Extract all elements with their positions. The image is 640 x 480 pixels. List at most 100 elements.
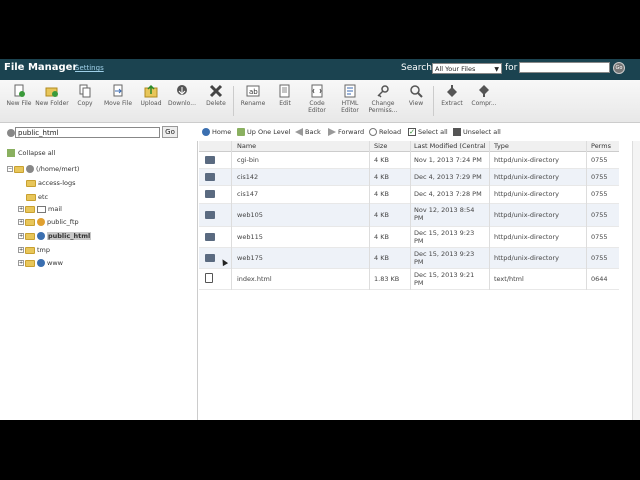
- unselect-all-button[interactable]: Unselect all: [453, 128, 501, 136]
- tree-item-label: tmp: [37, 246, 51, 254]
- ftp-icon: [37, 218, 45, 226]
- extract-button[interactable]: Extract: [435, 84, 469, 107]
- compress-icon: [479, 85, 489, 97]
- rename-label: Rename: [240, 100, 266, 107]
- search-label: Search: [401, 63, 432, 73]
- file-modified: Dec 4, 2013 7:28 PM: [414, 190, 482, 198]
- file-name: cis147: [237, 190, 259, 198]
- file-type: httpd/unix-directory: [494, 211, 559, 219]
- folder-icon: [25, 205, 35, 213]
- download-button[interactable]: Downlo...: [165, 84, 199, 107]
- folder-icon: [25, 259, 35, 267]
- copy-label: Copy: [77, 100, 93, 107]
- column-header-perms[interactable]: Perms: [591, 142, 616, 150]
- extract-label: Extract: [441, 100, 463, 107]
- copy-button[interactable]: Copy: [68, 84, 102, 107]
- html-editor-button[interactable]: HTML Editor: [333, 84, 367, 114]
- move-file-icon: [113, 84, 123, 97]
- folder-icon: [205, 233, 215, 241]
- settings-link[interactable]: Settings: [75, 64, 104, 72]
- expand-toggle-icon: +: [18, 219, 24, 225]
- compress-button[interactable]: Compr...: [467, 84, 501, 107]
- collapse-icon: [7, 149, 15, 157]
- file-size: 4 KB: [374, 156, 389, 164]
- globe-icon: [37, 232, 45, 240]
- upload-button[interactable]: Upload: [134, 84, 168, 107]
- file-modified: Nov 1, 2013 7:24 PM: [414, 156, 482, 164]
- tree-item-tmp[interactable]: + tmp: [18, 246, 50, 254]
- search-input[interactable]: [519, 62, 610, 73]
- tree-item-public-html[interactable]: + public_html: [18, 232, 92, 240]
- file-name: web175: [237, 254, 263, 262]
- up-folder-icon: [237, 128, 245, 136]
- upload-icon: [144, 84, 158, 98]
- move-file-button[interactable]: Move File: [101, 84, 135, 107]
- file-size: 4 KB: [374, 190, 389, 198]
- table-row[interactable]: web175 4 KB Dec 15, 2013 9:23 PM httpd/u…: [199, 248, 619, 269]
- edit-label: Edit: [279, 100, 291, 107]
- table-row[interactable]: web105 4 KB Nov 12, 2013 8:54 PM httpd/u…: [199, 204, 619, 227]
- new-file-button[interactable]: New File: [2, 84, 36, 107]
- tree-item-root[interactable]: − (/home/mert): [7, 165, 79, 173]
- column-header-modified[interactable]: Last Modified (Central S: [414, 142, 487, 150]
- expand-toggle-icon: +: [18, 260, 24, 266]
- edit-button[interactable]: Edit: [268, 84, 302, 107]
- forward-button[interactable]: Forward: [328, 128, 364, 136]
- home-button[interactable]: Home: [202, 128, 231, 136]
- folder-tree: Collapse all − (/home/mert) access-logs e…: [0, 141, 198, 420]
- column-header-size[interactable]: Size: [374, 142, 409, 150]
- home-folder-icon: [7, 129, 15, 137]
- back-button[interactable]: Back: [295, 128, 321, 136]
- table-header: Name Size Last Modified (Central S Type …: [199, 141, 619, 152]
- file-list: Name Size Last Modified (Central S Type …: [199, 141, 619, 420]
- delete-button[interactable]: Delete: [199, 84, 233, 107]
- code-editor-icon: [311, 84, 323, 98]
- reload-button[interactable]: Reload: [369, 128, 401, 136]
- folder-icon: [14, 165, 24, 173]
- tree-item-label: www: [47, 259, 63, 267]
- download-icon: [177, 85, 187, 95]
- file-perms: 0755: [591, 254, 608, 262]
- file-name: web105: [237, 211, 263, 219]
- column-divider: [410, 141, 411, 290]
- rename-button[interactable]: ab Rename: [236, 84, 270, 107]
- change-permissions-button[interactable]: Change Permiss...: [366, 84, 400, 114]
- search-go-button[interactable]: Go: [613, 62, 625, 74]
- file-type: httpd/unix-directory: [494, 254, 559, 262]
- file-type: text/html: [494, 275, 524, 283]
- column-divider: [586, 141, 587, 290]
- path-input[interactable]: public_html: [15, 127, 160, 138]
- path-go-button[interactable]: Go: [162, 126, 178, 138]
- tree-item-mail[interactable]: + mail: [18, 205, 62, 213]
- checkbox-checked-icon: ✓: [408, 128, 416, 136]
- file-modified: Dec 15, 2013 9:23 PM: [414, 229, 475, 245]
- expand-toggle-icon: +: [18, 233, 24, 239]
- tree-item-public-ftp[interactable]: + public_ftp: [18, 218, 79, 226]
- column-header-type[interactable]: Type: [494, 142, 584, 150]
- vertical-scrollbar[interactable]: [632, 141, 640, 420]
- tree-item-label: public_html: [47, 232, 92, 240]
- search-scope-select[interactable]: All Your Files ▼: [432, 63, 502, 74]
- folder-icon: [25, 232, 35, 240]
- column-header-name[interactable]: Name: [237, 142, 367, 150]
- up-one-level-button[interactable]: Up One Level: [237, 128, 290, 136]
- tree-item-etc[interactable]: etc: [26, 193, 48, 201]
- folder-icon: [205, 211, 215, 219]
- collapse-all-button[interactable]: Collapse all: [7, 149, 55, 157]
- table-row[interactable]: web115 4 KB Dec 15, 2013 9:23 PM httpd/u…: [199, 227, 619, 248]
- select-all-button[interactable]: ✓ Select all: [408, 128, 448, 136]
- path-bar: public_html Go: [0, 123, 198, 141]
- table-row[interactable]: index.html 1.83 KB Dec 15, 2013 9:21 PM …: [199, 269, 619, 290]
- code-editor-button[interactable]: Code Editor: [300, 84, 334, 114]
- reload-icon: [369, 128, 377, 136]
- table-row[interactable]: cgi-bin 4 KB Nov 1, 2013 7:24 PM httpd/u…: [199, 152, 619, 169]
- file-type: httpd/unix-directory: [494, 190, 559, 198]
- table-row[interactable]: cis147 4 KB Dec 4, 2013 7:28 PM httpd/un…: [199, 186, 619, 204]
- view-button[interactable]: View: [399, 84, 433, 107]
- table-row[interactable]: cis142 4 KB Dec 4, 2013 7:29 PM httpd/un…: [199, 169, 619, 186]
- tree-item-access-logs[interactable]: access-logs: [26, 179, 76, 187]
- tree-item-www[interactable]: + www: [18, 259, 63, 267]
- new-folder-button[interactable]: New Folder: [35, 84, 69, 107]
- edit-icon: [279, 84, 290, 98]
- html-file-icon: [205, 273, 213, 283]
